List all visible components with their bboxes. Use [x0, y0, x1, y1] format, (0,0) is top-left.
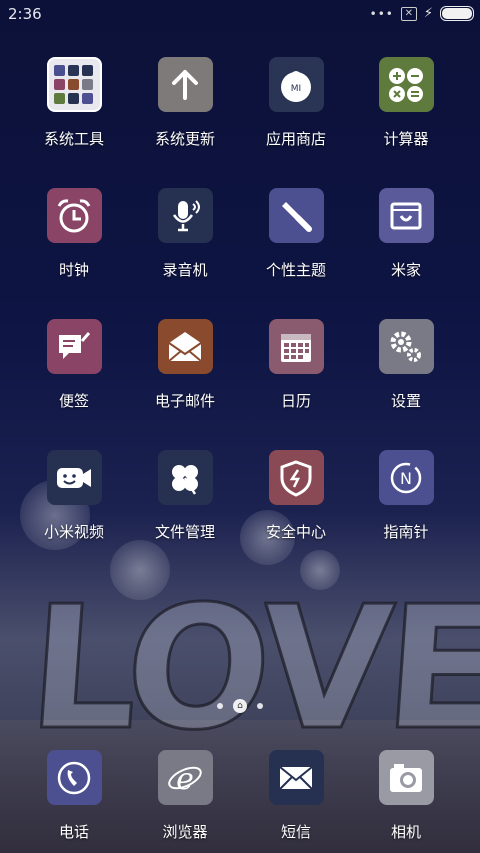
app-compass[interactable]: N 指南针 — [351, 450, 461, 542]
video-camera-icon — [46, 450, 102, 505]
app-label: 相机 — [390, 823, 421, 841]
app-label: 小米视频 — [43, 523, 104, 541]
mi-store-icon: MI — [268, 57, 324, 112]
folder-icon — [46, 57, 102, 112]
envelope-open-icon — [157, 319, 213, 374]
app-file-manager[interactable]: 文件管理 — [130, 450, 240, 542]
app-label: 浏览器 — [162, 823, 208, 841]
dock-messages[interactable]: 短信 — [241, 750, 351, 842]
page-dot[interactable] — [217, 703, 223, 709]
app-calendar[interactable]: 日历 — [241, 319, 351, 411]
wallpaper-love-lettering: LOVE — [22, 569, 480, 770]
app-notes[interactable]: 便签 — [19, 319, 129, 411]
phone-icon — [46, 750, 102, 805]
svg-text:N: N — [400, 469, 412, 488]
app-label: 录音机 — [162, 261, 208, 279]
dock-phone[interactable]: 电话 — [19, 750, 129, 842]
app-label: 日历 — [280, 392, 311, 410]
app-label: 电话 — [58, 823, 89, 841]
app-system-tools[interactable]: 系统工具 — [19, 57, 129, 149]
app-label: 系统更新 — [154, 130, 215, 148]
app-email[interactable]: 电子邮件 — [130, 319, 240, 411]
browser-icon: e — [157, 750, 213, 805]
dock-camera[interactable]: 相机 — [351, 750, 461, 842]
clover-icon — [157, 450, 213, 505]
arrow-up-icon — [157, 57, 213, 112]
app-label: 应用商店 — [265, 130, 326, 148]
app-label: 便签 — [58, 392, 89, 410]
app-mijia[interactable]: 米家 — [351, 188, 461, 280]
sim-missing-icon: ✕ — [400, 6, 417, 21]
app-label: 米家 — [390, 261, 421, 279]
clock: 2:36 — [8, 5, 42, 23]
app-label: 文件管理 — [154, 523, 215, 541]
brush-icon — [268, 188, 324, 243]
app-security-center[interactable]: 安全中心 — [241, 450, 351, 542]
app-label: 系统工具 — [43, 130, 104, 148]
app-label: 短信 — [280, 823, 311, 841]
microphone-icon — [157, 188, 213, 243]
app-system-update[interactable]: 系统更新 — [130, 57, 240, 149]
signal-icon: ••• — [369, 6, 394, 21]
app-label: 时钟 — [58, 261, 89, 279]
app-mi-store[interactable]: MI 应用商店 — [241, 57, 351, 149]
note-icon — [46, 319, 102, 374]
app-recorder[interactable]: 录音机 — [130, 188, 240, 280]
calculator-icon — [378, 57, 434, 112]
calendar-icon — [268, 319, 324, 374]
svg-text:MI: MI — [291, 84, 301, 94]
page-indicator[interactable]: ⌂ — [0, 699, 480, 713]
alarm-clock-icon — [46, 188, 102, 243]
battery-icon — [440, 6, 474, 21]
camera-icon — [378, 750, 434, 805]
app-calculator[interactable]: 计算器 — [351, 57, 461, 149]
app-label: 个性主题 — [265, 261, 326, 279]
status-bar: 2:36 ••• ✕ ⚡ — [0, 0, 480, 28]
app-label: 指南针 — [383, 523, 429, 541]
app-label: 安全中心 — [265, 523, 326, 541]
app-themes[interactable]: 个性主题 — [241, 188, 351, 280]
lightning-icon: ⚡ — [423, 6, 433, 21]
page-dot[interactable] — [257, 703, 263, 709]
shield-icon — [268, 450, 324, 505]
app-label: 电子邮件 — [154, 392, 215, 410]
app-label: 设置 — [390, 392, 421, 410]
envelope-icon — [268, 750, 324, 805]
home-page-icon[interactable]: ⌂ — [233, 699, 247, 713]
app-settings[interactable]: 设置 — [351, 319, 461, 411]
compass-icon: N — [378, 450, 434, 505]
app-mi-video[interactable]: 小米视频 — [19, 450, 129, 542]
gear-icon — [378, 319, 434, 374]
app-clock[interactable]: 时钟 — [19, 188, 129, 280]
status-icons: ••• ✕ ⚡ — [370, 6, 474, 21]
home-device-icon — [378, 188, 434, 243]
dock-browser[interactable]: e 浏览器 — [130, 750, 240, 842]
app-label: 计算器 — [383, 130, 429, 148]
